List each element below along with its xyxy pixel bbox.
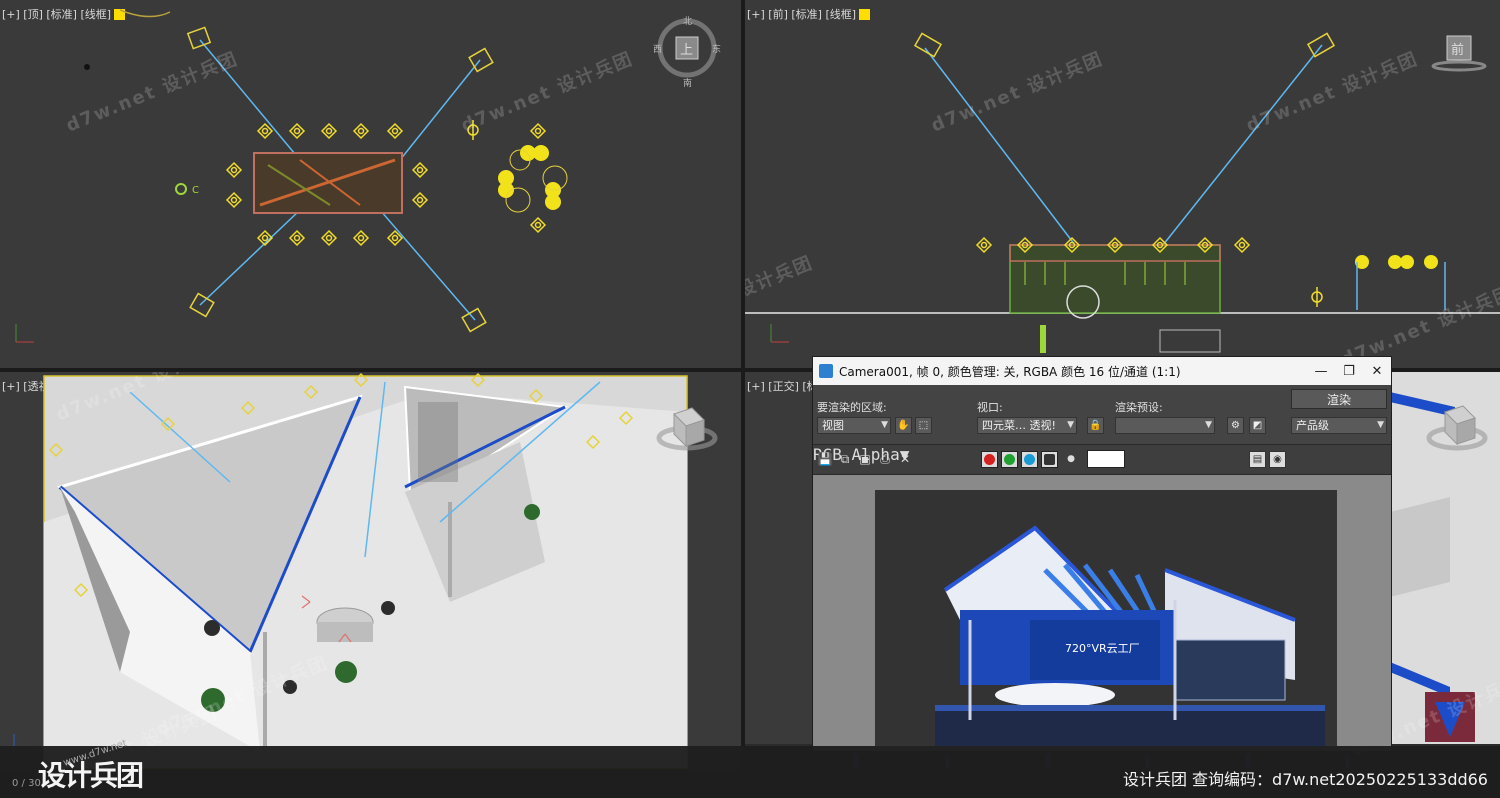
pan-hand-icon[interactable]: ✋ xyxy=(895,417,912,434)
svg-text:720°VR云工厂: 720°VR云工厂 xyxy=(1065,642,1140,655)
3dsmax-app-icon xyxy=(819,364,833,378)
area-to-render-dropdown[interactable]: 视图 ▼ xyxy=(817,417,891,434)
viewport-top[interactable]: [+] [顶] [标准] [线框] C 上 北 西 东 南 d7w.net 设计… xyxy=(0,0,741,368)
top-view-scene: C 上 北 西 东 南 xyxy=(15,9,721,343)
toggle-ui-overlay-icon[interactable]: ▤ xyxy=(1249,451,1266,468)
front-view-scene: 前 xyxy=(745,32,1500,353)
svg-text:C: C xyxy=(192,185,199,196)
viewport-label: 视口: xyxy=(977,401,1003,414)
frame-counter[interactable]: 0 / 30 xyxy=(12,778,41,789)
area-to-render-label: 要渲染的区域: xyxy=(817,401,887,414)
render-window-titlebar[interactable]: Camera001, 帧 0, 颜色管理: 关, RGBA 颜色 16 位/通道… xyxy=(813,357,1391,385)
render-preset-label: 渲染预设: xyxy=(1115,401,1163,414)
color-swatch[interactable] xyxy=(1087,450,1125,468)
copy-image-icon[interactable]: ⧉ xyxy=(837,451,853,467)
green-channel-toggle[interactable] xyxy=(1001,451,1018,468)
close-icon[interactable]: ✕ xyxy=(1363,357,1391,385)
minimize-icon[interactable]: — xyxy=(1307,357,1335,385)
save-image-icon[interactable]: 💾 xyxy=(817,451,833,467)
rendered-image: 720°VR云工厂 xyxy=(875,490,1337,746)
clear-icon[interactable]: ✕ xyxy=(897,451,913,467)
render-button[interactable]: 渲染 xyxy=(1291,389,1387,409)
alpha-channel-toggle[interactable] xyxy=(1041,451,1058,468)
viewport-dropdown[interactable]: 四元菜… 透视! ▼ xyxy=(977,417,1077,434)
rendered-booth-scene: 720°VR云工厂 xyxy=(875,490,1337,746)
svg-text:前: 前 xyxy=(1451,42,1464,58)
render-setup-icon[interactable]: ⚙ xyxy=(1227,417,1244,434)
clone-window-icon[interactable]: ▣ xyxy=(857,451,873,467)
footer-query-code: 设计兵团 查询编码：d7w.net20250225133dd66 xyxy=(1122,770,1488,789)
region-select-icon[interactable]: ⬚ xyxy=(915,417,932,434)
render-preset-dropdown[interactable]: ▼ xyxy=(1115,417,1215,434)
red-channel-toggle[interactable] xyxy=(981,451,998,468)
render-canvas[interactable]: 720°VR云工厂 xyxy=(813,475,1391,751)
svg-text:西: 西 xyxy=(653,44,662,55)
toggle-ui-icon[interactable]: ◉ xyxy=(1269,451,1286,468)
svg-text:东: 东 xyxy=(712,43,721,55)
viewport-front[interactable]: [+] [前] [标准] [线框] 前 d7w.net 设计兵团 d7w.net… xyxy=(745,0,1500,368)
svg-text:北: 北 xyxy=(683,16,692,27)
restore-icon[interactable]: ❐ xyxy=(1335,357,1363,385)
render-quality-dropdown[interactable]: 产品级 ▼ xyxy=(1291,417,1387,434)
render-options-bar: 要渲染的区域: 视图 ▼ ✋ ⬚ 视口: 四元菜… 透视! ▼ 🔒 渲染预设: ▼ … xyxy=(813,385,1391,445)
print-icon[interactable]: ⎙ xyxy=(877,451,893,467)
svg-text:上: 上 xyxy=(680,43,693,58)
lock-icon[interactable]: 🔒 xyxy=(1087,417,1104,434)
rendered-frame-window[interactable]: Camera001, 帧 0, 颜色管理: 关, RGBA 颜色 16 位/通道… xyxy=(812,356,1392,751)
blue-channel-toggle[interactable] xyxy=(1021,451,1038,468)
monochrome-icon[interactable]: ● xyxy=(1063,451,1079,467)
perspective-scene xyxy=(13,372,741,769)
environment-icon[interactable]: ◩ xyxy=(1249,417,1266,434)
render-window-title: Camera001, 帧 0, 颜色管理: 关, RGBA 颜色 16 位/通道… xyxy=(839,364,1181,379)
render-toolbar: 💾 ⧉ ▣ ⎙ ✕ ● RGB Alpha▼ ▤ ◉ xyxy=(813,445,1391,475)
svg-text:南: 南 xyxy=(683,77,692,89)
viewport-perspective[interactable]: [+] [透视] [标准] [默认明暗处理] xyxy=(0,372,741,770)
